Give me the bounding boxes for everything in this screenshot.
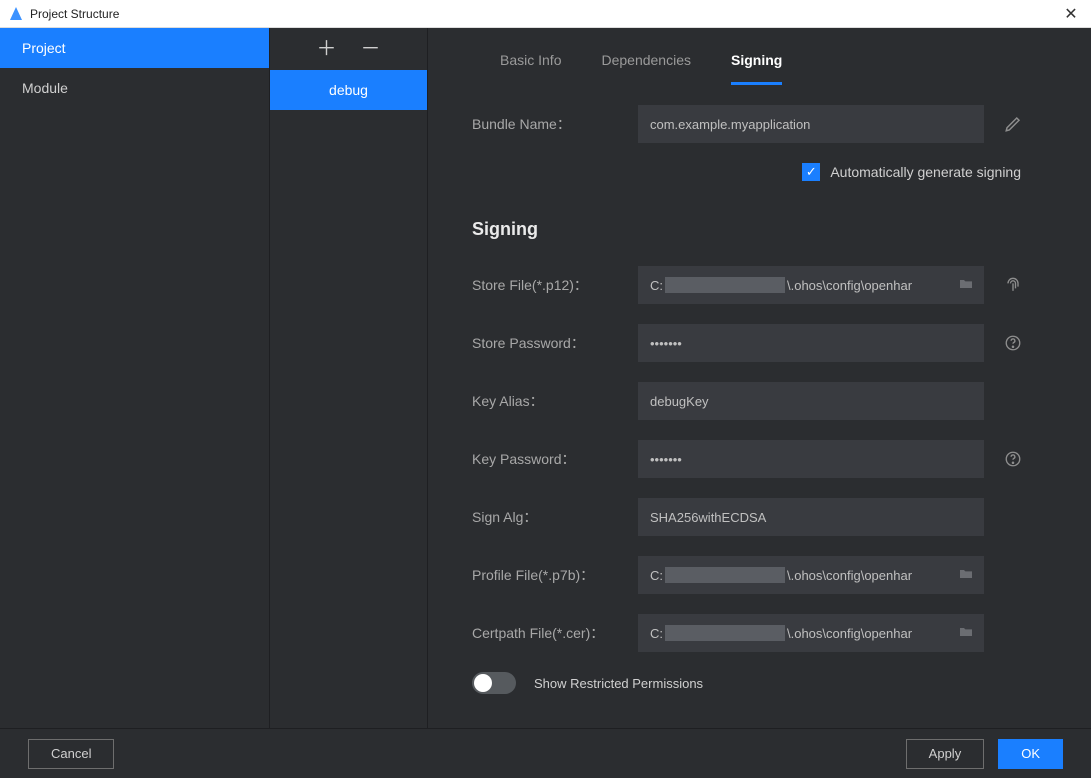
config-list: debug (270, 70, 427, 110)
row-certpath-file: Certpath File(*.cer)： C: \.ohos\config\o… (458, 614, 1061, 652)
sidebar: Project Module (0, 28, 270, 728)
row-sign-alg: Sign Alg： SHA256withECDSA (458, 498, 1061, 536)
tab-dependencies[interactable]: Dependencies (601, 44, 691, 85)
auto-sign-checkbox[interactable]: ✓ (802, 163, 820, 181)
ok-button[interactable]: OK (998, 739, 1063, 769)
help-icon[interactable] (1002, 448, 1024, 470)
row-profile-file: Profile File(*.p7b)： C: \.ohos\config\op… (458, 556, 1061, 594)
redacted-path (665, 567, 785, 583)
bundle-name-label: Bundle Name： (472, 114, 638, 134)
row-auto-sign: ✓ Automatically generate signing (458, 163, 1061, 181)
row-key-alias: Key Alias： debugKey (458, 382, 1061, 420)
profile-file-suffix: \.ohos\config\openhar (787, 568, 912, 583)
bundle-name-input[interactable]: com.example.myapplication (638, 105, 984, 143)
help-icon[interactable] (1002, 332, 1024, 354)
add-config-icon[interactable]: ＋ (317, 39, 337, 59)
key-password-input[interactable]: ••••••• (638, 440, 984, 478)
store-file-prefix: C: (650, 278, 663, 293)
redacted-path (665, 625, 785, 641)
titlebar: Project Structure ✕ (0, 0, 1091, 28)
edit-icon[interactable] (1002, 113, 1024, 135)
row-restricted-toggle: Show Restricted Permissions (458, 672, 1061, 694)
cancel-button[interactable]: Cancel (28, 739, 114, 769)
apply-button[interactable]: Apply (906, 739, 985, 769)
folder-icon[interactable] (958, 624, 976, 642)
footer: Cancel Apply OK (0, 728, 1091, 778)
sign-alg-input[interactable]: SHA256withECDSA (638, 498, 984, 536)
tabs: Basic Info Dependencies Signing (458, 28, 1061, 85)
main-area: Project Module ＋ － debug Basic Info Depe… (0, 28, 1091, 728)
restricted-label: Show Restricted Permissions (534, 676, 703, 691)
key-password-label: Key Password： (472, 449, 638, 469)
store-password-label: Store Password： (472, 333, 638, 353)
config-toolbar: ＋ － (270, 28, 427, 70)
row-store-file: Store File(*.p12)： C: \.ohos\config\open… (458, 266, 1061, 304)
remove-config-icon[interactable]: － (361, 39, 381, 59)
sidebar-item-project[interactable]: Project (0, 28, 269, 68)
sidebar-item-label: Module (22, 80, 68, 96)
window-title: Project Structure (30, 7, 119, 21)
row-key-password: Key Password： ••••••• (458, 440, 1061, 478)
sidebar-item-label: Project (22, 40, 66, 56)
store-file-suffix: \.ohos\config\openhar (787, 278, 912, 293)
certpath-file-input[interactable]: C: \.ohos\config\openhar (638, 614, 984, 652)
folder-icon[interactable] (958, 276, 976, 294)
auto-sign-label: Automatically generate signing (830, 164, 1021, 180)
certpath-file-label: Certpath File(*.cer)： (472, 623, 638, 643)
row-store-password: Store Password： ••••••• (458, 324, 1061, 362)
key-alias-label: Key Alias： (472, 391, 638, 411)
config-item-debug[interactable]: debug (270, 70, 427, 110)
tab-basic-info[interactable]: Basic Info (500, 44, 561, 85)
config-column: ＋ － debug (270, 28, 428, 728)
content-panel: Basic Info Dependencies Signing Bundle N… (428, 28, 1091, 728)
section-title-signing: Signing (472, 219, 1061, 240)
profile-file-label: Profile File(*.p7b)： (472, 565, 638, 585)
certpath-file-suffix: \.ohos\config\openhar (787, 626, 912, 641)
redacted-path (665, 277, 785, 293)
key-alias-input[interactable]: debugKey (638, 382, 984, 420)
row-bundle-name: Bundle Name： com.example.myapplication (458, 105, 1061, 143)
sign-alg-label: Sign Alg： (472, 507, 638, 527)
app-icon (8, 6, 24, 22)
fingerprint-icon[interactable] (1002, 274, 1024, 296)
store-file-input[interactable]: C: \.ohos\config\openhar (638, 266, 984, 304)
store-file-label: Store File(*.p12)： (472, 275, 638, 295)
sidebar-item-module[interactable]: Module (0, 68, 269, 108)
toggle-knob (474, 674, 492, 692)
certpath-file-prefix: C: (650, 626, 663, 641)
close-icon[interactable]: ✕ (1059, 4, 1083, 24)
restricted-toggle[interactable] (472, 672, 516, 694)
tab-signing[interactable]: Signing (731, 44, 782, 85)
config-item-label: debug (329, 82, 368, 98)
profile-file-input[interactable]: C: \.ohos\config\openhar (638, 556, 984, 594)
store-password-input[interactable]: ••••••• (638, 324, 984, 362)
profile-file-prefix: C: (650, 568, 663, 583)
folder-icon[interactable] (958, 566, 976, 584)
